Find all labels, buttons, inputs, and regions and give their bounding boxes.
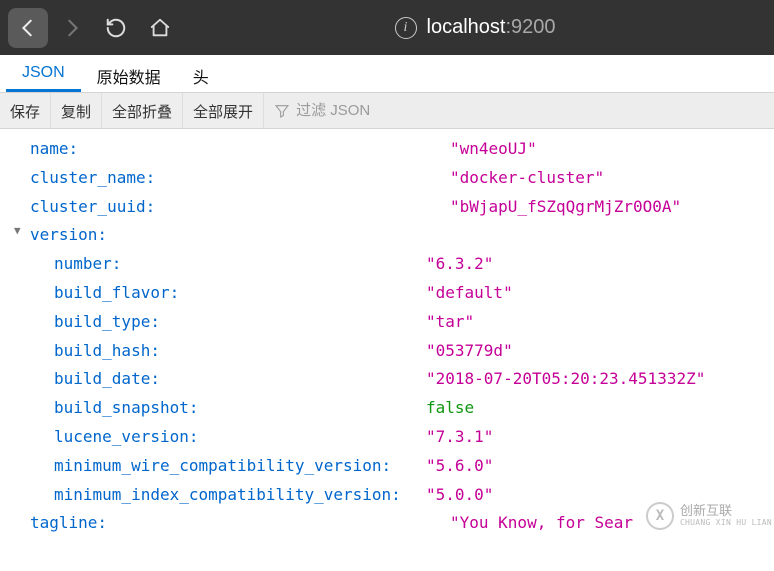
json-key: build_flavor: [54, 283, 179, 302]
url-text: localhost:9200 [427, 16, 556, 39]
json-row[interactable]: build_flavor: "default" [8, 279, 774, 308]
tab-json[interactable]: JSON [6, 55, 81, 92]
json-row[interactable]: cluster_name: "docker-cluster" [8, 164, 774, 193]
filter-wrap [264, 93, 774, 128]
address-bar[interactable]: i localhost:9200 [395, 8, 556, 48]
json-key: build_date: [54, 369, 160, 388]
json-key: build_type: [54, 312, 160, 331]
json-key: lucene_version: [54, 427, 199, 446]
home-button[interactable] [140, 8, 180, 48]
back-button[interactable] [8, 8, 48, 48]
json-row[interactable]: number: "6.3.2" [8, 250, 774, 279]
json-value: "wn4eoUJ" [450, 135, 537, 164]
watermark-text-cn: 创新互联 [680, 505, 772, 519]
tab-headers[interactable]: 头 [177, 55, 225, 92]
json-row[interactable]: build_snapshot: false [8, 394, 774, 423]
json-row[interactable]: minimum_wire_compatibility_version: "5.6… [8, 452, 774, 481]
json-key: build_hash: [54, 341, 160, 360]
json-row[interactable]: lucene_version: "7.3.1" [8, 423, 774, 452]
json-key: version: [30, 225, 107, 244]
json-key: minimum_index_compatibility_version: [54, 485, 401, 504]
json-value: "docker-cluster" [450, 164, 604, 193]
json-value: "default" [426, 279, 513, 308]
expand-all-button[interactable]: 全部展开 [183, 93, 264, 128]
json-value: "You Know, for Sear [450, 509, 633, 538]
json-value: "5.6.0" [426, 452, 493, 481]
json-value: "7.3.1" [426, 423, 493, 452]
site-info-icon[interactable]: i [395, 17, 417, 39]
browser-toolbar: i localhost:9200 [0, 0, 774, 55]
reload-button[interactable] [96, 8, 136, 48]
json-row[interactable]: build_type: "tar" [8, 308, 774, 337]
json-toolbar: 保存 复制 全部折叠 全部展开 [0, 93, 774, 129]
view-tabs: JSON 原始数据 头 [0, 55, 774, 93]
json-value: "5.0.0" [426, 481, 493, 510]
collapse-all-button[interactable]: 全部折叠 [102, 93, 183, 128]
json-value: "6.3.2" [426, 250, 493, 279]
json-view: name: "wn4eoUJ" cluster_name: "docker-cl… [0, 129, 774, 538]
json-value: false [426, 394, 474, 423]
json-row[interactable]: cluster_uuid: "bWjapU_fSZqQgrMjZr0O0A" [8, 193, 774, 222]
json-row[interactable]: name: "wn4eoUJ" [8, 135, 774, 164]
json-row[interactable]: build_hash: "053779d" [8, 337, 774, 366]
json-key: name: [30, 139, 78, 158]
collapse-toggle-icon[interactable]: ▼ [14, 221, 21, 241]
save-button[interactable]: 保存 [0, 93, 51, 128]
json-key: minimum_wire_compatibility_version: [54, 456, 391, 475]
json-value: "tar" [426, 308, 474, 337]
json-value: "bWjapU_fSZqQgrMjZr0O0A" [450, 193, 681, 222]
json-key: number: [54, 254, 121, 273]
json-value: "053779d" [426, 337, 513, 366]
json-row[interactable]: build_date: "2018-07-20T05:20:23.451332Z… [8, 365, 774, 394]
json-row-expandable[interactable]: ▼ version: [8, 221, 774, 250]
filter-input[interactable] [296, 102, 456, 119]
json-key: tagline: [30, 513, 107, 532]
filter-icon [274, 103, 290, 119]
json-value: "2018-07-20T05:20:23.451332Z" [426, 365, 705, 394]
json-key: cluster_uuid: [30, 197, 155, 216]
copy-button[interactable]: 复制 [51, 93, 102, 128]
json-key: build_snapshot: [54, 398, 199, 417]
tab-raw-data[interactable]: 原始数据 [81, 55, 177, 92]
watermark: X 创新互联 CHUANG XIN HU LIAN [644, 496, 774, 536]
forward-button[interactable] [52, 8, 92, 48]
json-key: cluster_name: [30, 168, 155, 187]
watermark-logo-icon: X [646, 502, 674, 530]
watermark-text-en: CHUANG XIN HU LIAN [680, 519, 772, 528]
